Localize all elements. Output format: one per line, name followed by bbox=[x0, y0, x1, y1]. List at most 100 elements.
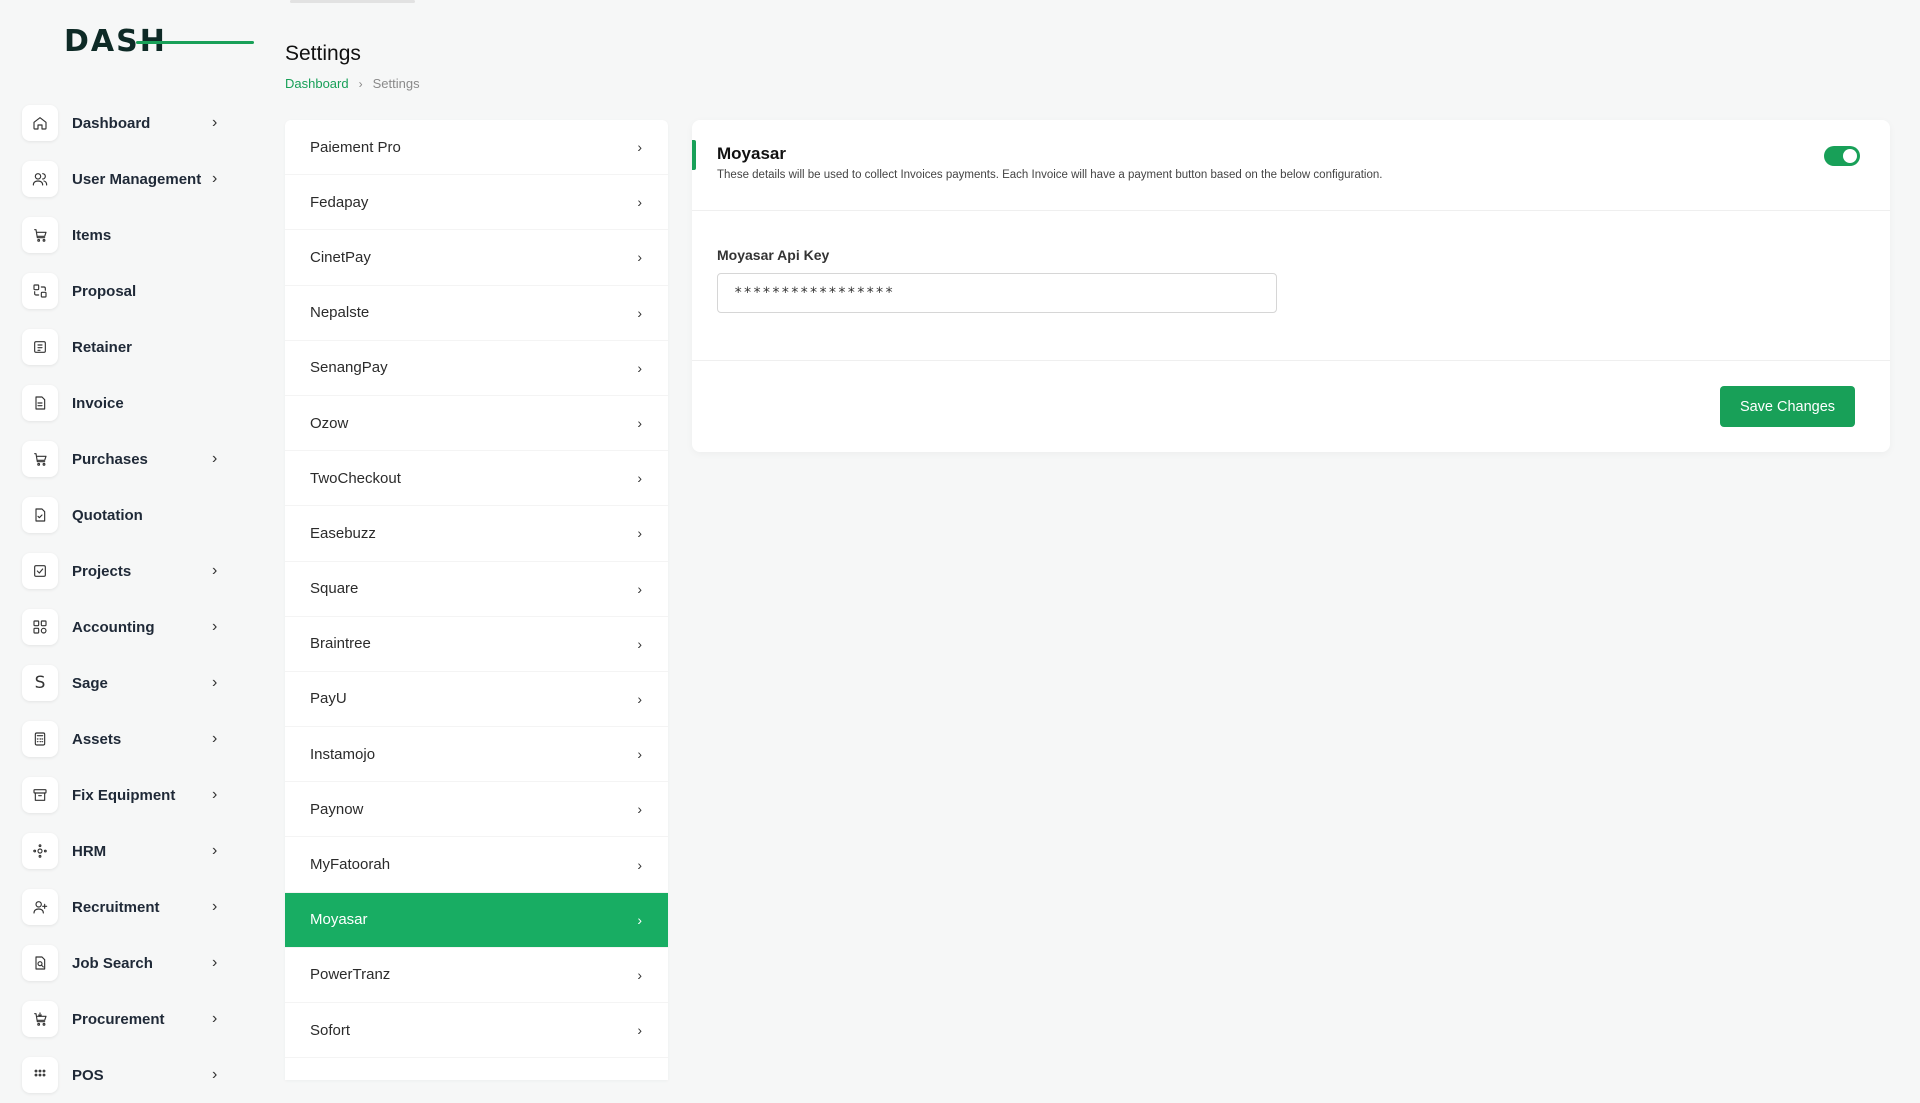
chevron-right-icon: › bbox=[637, 139, 642, 156]
chevron-right-icon: › bbox=[637, 304, 642, 321]
sidebar-item-label: Quotation bbox=[72, 506, 143, 524]
sidebar-item-label: Procurement bbox=[72, 1010, 165, 1028]
chevron-right-icon: › bbox=[637, 249, 642, 266]
card-title: Moyasar bbox=[717, 144, 786, 163]
page-title: Settings bbox=[285, 42, 361, 65]
chevron-right-icon: › bbox=[637, 635, 642, 652]
sidebar-item-recruitment[interactable]: Recruitment › bbox=[22, 879, 232, 935]
sidebar-item-sage[interactable]: S Sage › bbox=[22, 655, 232, 711]
chevron-right-icon: › bbox=[637, 856, 642, 873]
provider-item-payu[interactable]: PayU › bbox=[285, 672, 668, 728]
provider-item-label: Sofort bbox=[310, 1021, 351, 1039]
sidebar-item-label: Retainer bbox=[72, 338, 133, 356]
provider-item-label: PowerTranz bbox=[310, 966, 391, 984]
sidebar-item-pos[interactable]: POS › bbox=[22, 1047, 232, 1103]
sidebar-item-fix-equipment[interactable]: Fix Equipment › bbox=[22, 767, 232, 823]
chevron-right-icon: › bbox=[637, 1022, 642, 1039]
sidebar-item-items[interactable]: Items bbox=[22, 207, 232, 263]
sidebar-item-label: Invoice bbox=[72, 394, 124, 412]
sidebar-item-label: Projects bbox=[72, 562, 132, 580]
hrm-icon bbox=[22, 833, 58, 869]
chevron-right-icon: › bbox=[212, 562, 218, 579]
chevron-right-icon: › bbox=[637, 911, 642, 928]
card-divider-top bbox=[692, 210, 1890, 211]
chevron-right-icon: › bbox=[212, 114, 218, 131]
chevron-right-icon: › bbox=[212, 842, 218, 859]
provider-item-moyasar[interactable]: Moyasar › bbox=[285, 892, 668, 948]
provider-item-braintree[interactable]: Braintree › bbox=[285, 617, 668, 672]
sidebar-item-label: Dashboard bbox=[72, 114, 151, 132]
chevron-right-icon: › bbox=[212, 170, 218, 187]
sidebar-item-proposal[interactable]: Proposal bbox=[22, 263, 232, 319]
sidebar-item-hrm[interactable]: HRM › bbox=[22, 823, 232, 879]
sidebar-item-label: Accounting bbox=[72, 618, 155, 636]
sidebar-item-user-management[interactable]: User Management › bbox=[22, 151, 232, 207]
provider-item-senangpay[interactable]: SenangPay › bbox=[285, 341, 668, 396]
chevron-right-icon: › bbox=[212, 450, 218, 467]
chevron-right-icon: › bbox=[637, 359, 642, 376]
sidebar-item-job-search[interactable]: Job Search › bbox=[22, 935, 232, 991]
moyasar-settings-card: Moyasar These details will be used to co… bbox=[692, 120, 1890, 452]
provider-item-fedapay[interactable]: Fedapay › bbox=[285, 175, 668, 231]
chevron-right-icon: › bbox=[637, 194, 642, 211]
chevron-right-icon: › bbox=[637, 746, 642, 763]
sidebar-item-assets[interactable]: Assets › bbox=[22, 711, 232, 767]
chevron-right-icon: › bbox=[212, 898, 218, 915]
chevron-right-icon: › bbox=[637, 801, 642, 818]
toggle-knob bbox=[1843, 149, 1857, 163]
provider-item-nepalste[interactable]: Nepalste › bbox=[285, 286, 668, 341]
sidebar-item-label: Items bbox=[72, 226, 112, 244]
provider-item-esewa[interactable]: Esewa› bbox=[285, 1058, 668, 1080]
provider-item-label: TwoCheckout bbox=[310, 469, 401, 487]
sidebar-item-invoice[interactable]: Invoice bbox=[22, 375, 232, 431]
provider-item-label: PayU bbox=[310, 690, 347, 708]
provider-item-cinetpay[interactable]: CinetPay › bbox=[285, 230, 668, 286]
provider-item-twocheckout[interactable]: TwoCheckout › bbox=[285, 451, 668, 507]
chevron-right-icon: › bbox=[637, 966, 642, 983]
card-description: These details will be used to collect In… bbox=[717, 169, 1383, 181]
sidebar-item-projects[interactable]: Projects › bbox=[22, 543, 232, 599]
sidebar-item-purchases[interactable]: Purchases › bbox=[22, 431, 232, 487]
chevron-right-icon: › bbox=[212, 730, 218, 747]
chevron-right-icon: › bbox=[637, 415, 642, 432]
logo[interactable]: DASH bbox=[64, 24, 254, 59]
provider-item-label: Instamojo bbox=[310, 745, 376, 763]
card-divider-bottom bbox=[692, 360, 1890, 361]
api-key-label: Moyasar Api Key bbox=[717, 247, 830, 263]
breadcrumb-chevron-icon: › bbox=[358, 76, 363, 91]
sidebar-item-retainer[interactable]: Retainer bbox=[22, 319, 232, 375]
provider-item-label: Nepalste bbox=[310, 304, 370, 322]
breadcrumb-home-link[interactable]: Dashboard bbox=[285, 76, 349, 91]
provider-item-label: CinetPay bbox=[310, 248, 371, 266]
procurement-cart-icon bbox=[22, 1001, 58, 1037]
home-icon bbox=[22, 105, 58, 141]
provider-item-instamojo[interactable]: Instamojo › bbox=[285, 727, 668, 783]
sidebar-item-label: Proposal bbox=[72, 282, 137, 300]
provider-item-ozow[interactable]: Ozow › bbox=[285, 396, 668, 452]
provider-item-sofort[interactable]: Sofort › bbox=[285, 1003, 668, 1059]
provider-item-square[interactable]: Square › bbox=[285, 562, 668, 617]
users-icon bbox=[22, 161, 58, 197]
cart-icon bbox=[22, 441, 58, 477]
sidebar-item-quotation[interactable]: Quotation bbox=[22, 487, 232, 543]
sidebar-item-procurement[interactable]: Procurement › bbox=[22, 991, 232, 1047]
provider-item-powertranz[interactable]: PowerTranz › bbox=[285, 948, 668, 1003]
provider-item-paiement-pro[interactable]: Paiement Pro › bbox=[285, 120, 668, 176]
api-key-input[interactable] bbox=[717, 273, 1277, 313]
provider-item-label: Square bbox=[310, 580, 359, 598]
proposal-icon bbox=[22, 273, 58, 309]
enable-toggle[interactable] bbox=[1824, 146, 1860, 166]
file-search-icon bbox=[22, 945, 58, 981]
invoice-icon bbox=[22, 385, 58, 421]
chevron-right-icon: › bbox=[212, 618, 218, 635]
provider-item-label: Ozow bbox=[310, 414, 349, 432]
provider-item-myfatoorah[interactable]: MyFatoorah › bbox=[285, 837, 668, 893]
sidebar-item-label: Sage bbox=[72, 674, 108, 692]
provider-item-easebuzz[interactable]: Easebuzz › bbox=[285, 506, 668, 562]
save-changes-button[interactable]: Save Changes bbox=[1720, 386, 1855, 427]
provider-item-paynow[interactable]: Paynow › bbox=[285, 782, 668, 838]
sidebar-item-dashboard[interactable]: Dashboard › bbox=[22, 95, 232, 151]
sidebar-item-accounting[interactable]: Accounting › bbox=[22, 599, 232, 655]
sidebar-item-label: HRM bbox=[72, 842, 107, 860]
checkbox-icon bbox=[22, 553, 58, 589]
